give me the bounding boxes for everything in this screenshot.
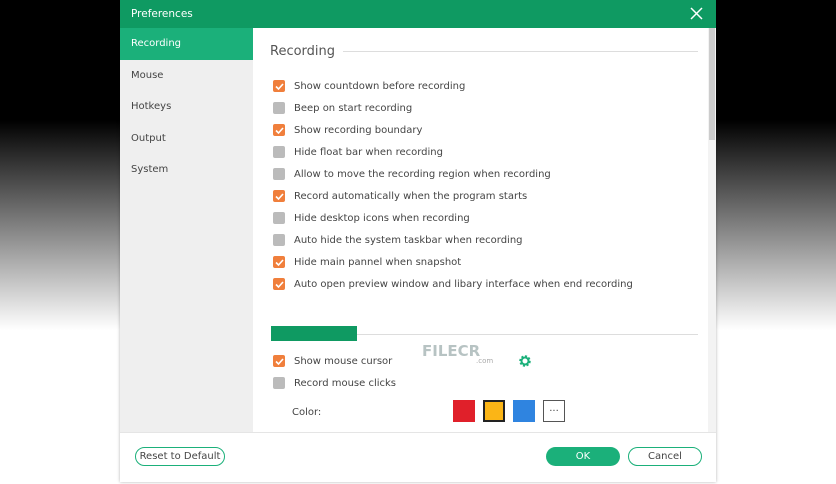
option-checkbox-row[interactable]: Show countdown before recording	[273, 80, 465, 92]
footer: Reset to Default OK Cancel	[120, 432, 716, 482]
checkbox[interactable]	[273, 168, 285, 180]
checkbox[interactable]	[273, 355, 285, 367]
gear-icon[interactable]	[518, 354, 532, 368]
option-label: Record automatically when the program st…	[294, 190, 528, 202]
option-label: Beep on start recording	[294, 102, 413, 114]
option-checkbox-row[interactable]: Record mouse clicks	[273, 377, 396, 389]
sidebar-item-output[interactable]: Output	[120, 123, 253, 155]
option-checkbox-row[interactable]: Show mouse cursor	[273, 355, 392, 367]
checkbox[interactable]	[273, 212, 285, 224]
option-checkbox-row[interactable]: Hide float bar when recording	[273, 146, 443, 158]
checkbox[interactable]	[273, 377, 285, 389]
option-checkbox-row[interactable]: Beep on start recording	[273, 102, 412, 114]
divider	[343, 51, 698, 52]
option-label: Auto open preview window and libary inte…	[294, 278, 633, 290]
option-label: Show mouse cursor	[294, 355, 393, 367]
sidebar: Recording Mouse Hotkeys Output System	[120, 28, 253, 432]
checkbox[interactable]	[273, 234, 285, 246]
option-checkbox-row[interactable]: Show recording boundary	[273, 124, 422, 136]
checkbox[interactable]	[273, 124, 285, 136]
scrollbar-thumb[interactable]	[709, 28, 715, 140]
checkbox[interactable]	[273, 102, 285, 114]
section-title: Recording	[270, 44, 336, 59]
option-checkbox-row[interactable]: Auto hide the system taskbar when record…	[273, 234, 523, 246]
option-checkbox-row[interactable]: Auto open preview window and libary inte…	[273, 278, 633, 290]
color-swatch[interactable]	[513, 400, 535, 422]
close-icon[interactable]	[689, 6, 704, 21]
option-label: Hide main pannel when snapshot	[294, 256, 462, 268]
option-label: Hide float bar when recording	[294, 146, 443, 158]
option-label: Auto hide the system taskbar when record…	[294, 234, 523, 246]
reset-to-default-button[interactable]: Reset to Default	[135, 447, 225, 466]
mouse-section-label-redacted	[271, 326, 357, 341]
preferences-dialog: Preferences Recording Mouse Hotkeys Outp…	[120, 0, 716, 482]
divider	[357, 334, 698, 335]
option-label: Allow to move the recording region when …	[294, 168, 551, 180]
option-checkbox-row[interactable]: Hide desktop icons when recording	[273, 212, 470, 224]
checkbox[interactable]	[273, 190, 285, 202]
watermark: FILECR	[422, 342, 481, 360]
checkbox[interactable]	[273, 80, 285, 92]
checkbox[interactable]	[273, 146, 285, 158]
more-colors-button[interactable]: ···	[543, 400, 565, 422]
content-panel: Recording Show countdown before recordin…	[253, 28, 708, 432]
option-label: Show countdown before recording	[294, 80, 466, 92]
scrollbar[interactable]	[708, 28, 716, 432]
option-label: Hide desktop icons when recording	[294, 212, 470, 224]
ok-button[interactable]: OK	[546, 447, 620, 466]
color-label: Color:	[292, 407, 322, 418]
checkbox[interactable]	[273, 256, 285, 268]
title-bar: Preferences	[120, 0, 716, 28]
option-label: Show recording boundary	[294, 124, 423, 136]
sidebar-item-mouse[interactable]: Mouse	[120, 60, 253, 92]
color-swatch[interactable]	[483, 400, 505, 422]
recording-section-header: Recording	[270, 44, 698, 59]
option-checkbox-row[interactable]: Allow to move the recording region when …	[273, 168, 551, 180]
option-checkbox-row[interactable]: Hide main pannel when snapshot	[273, 256, 461, 268]
option-label: Record mouse clicks	[294, 377, 397, 389]
option-checkbox-row[interactable]: Record automatically when the program st…	[273, 190, 527, 202]
window-title: Preferences	[131, 8, 193, 20]
sidebar-item-recording[interactable]: Recording	[120, 28, 253, 60]
watermark-sub: .com	[476, 357, 494, 365]
color-swatch[interactable]	[453, 400, 475, 422]
cancel-button[interactable]: Cancel	[628, 447, 702, 466]
sidebar-item-hotkeys[interactable]: Hotkeys	[120, 91, 253, 123]
sidebar-item-system[interactable]: System	[120, 154, 253, 186]
checkbox[interactable]	[273, 278, 285, 290]
